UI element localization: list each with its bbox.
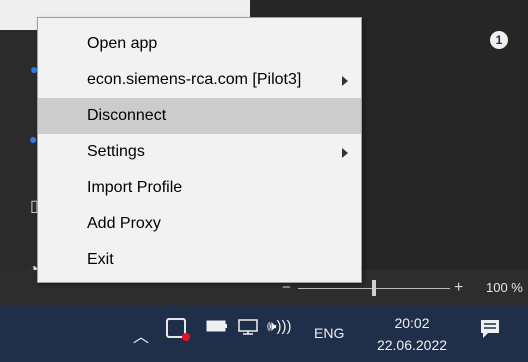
menu-item-label: Open app	[87, 35, 158, 52]
volume-icon[interactable]: 🕪)))	[267, 318, 291, 335]
clock[interactable]: 20:02 22.06.2022	[362, 312, 462, 356]
zoom-in-button[interactable]: +	[454, 278, 463, 298]
clock-date: 22.06.2022	[376, 337, 448, 353]
clock-time: 20:02	[394, 315, 430, 331]
submenu-arrow-icon	[342, 76, 348, 86]
menu-item-disconnect[interactable]: Disconnect	[38, 98, 361, 134]
menu-item-label: Add Proxy	[87, 215, 161, 232]
menu-item-add-proxy[interactable]: Add Proxy	[38, 206, 361, 242]
status-dot	[182, 333, 190, 341]
menu-item-label: econ.siemens-rca.com [Pilot3]	[87, 71, 302, 88]
tray-context-menu: Open app econ.siemens-rca.com [Pilot3] D…	[37, 17, 362, 283]
menu-item-label: Disconnect	[87, 107, 167, 124]
notification-count-badge: 1	[490, 31, 508, 49]
app-tray-icon[interactable]	[166, 318, 190, 341]
menu-item-import-profile[interactable]: Import Profile	[38, 170, 361, 206]
taskbar: ︿ 🕪))) ENG 20:02 22.06.2022	[0, 305, 528, 362]
menu-item-open-app[interactable]: Open app	[38, 26, 361, 62]
menu-item-settings[interactable]: Settings	[38, 134, 361, 170]
menu-item-label: Exit	[87, 251, 114, 268]
menu-item-profile[interactable]: econ.siemens-rca.com [Pilot3]	[38, 62, 361, 98]
zoom-slider-thumb[interactable]	[372, 280, 376, 296]
submenu-arrow-icon	[342, 148, 348, 158]
notification-center-icon[interactable]	[480, 319, 500, 341]
language-indicator[interactable]: ENG	[314, 325, 344, 341]
chevron-up-icon[interactable]: ︿	[133, 323, 149, 347]
network-icon[interactable]	[238, 319, 258, 335]
battery-icon[interactable]	[206, 320, 228, 332]
menu-item-label: Import Profile	[87, 179, 183, 196]
menu-item-label: Settings	[87, 143, 145, 160]
menu-item-exit[interactable]: Exit	[38, 242, 361, 278]
zoom-percentage: 100 %	[486, 280, 523, 295]
